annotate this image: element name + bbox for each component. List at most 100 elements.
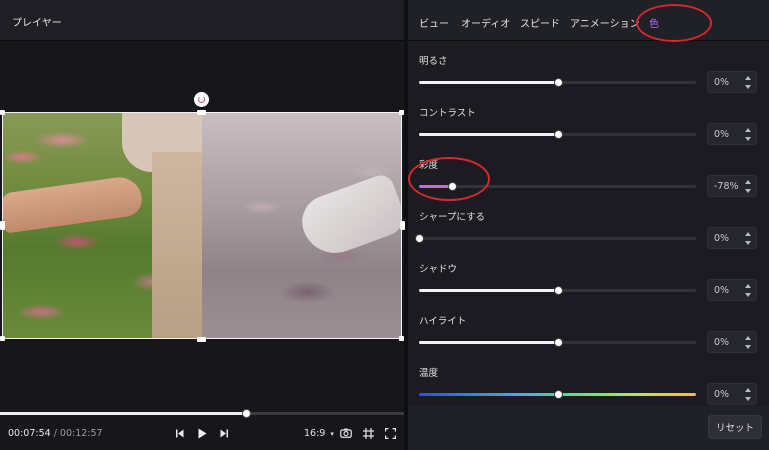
time-separator: / xyxy=(50,428,60,439)
highlight-slider[interactable] xyxy=(419,338,696,347)
brightness-value: 0% xyxy=(714,77,730,88)
saturation-value: -78% xyxy=(714,181,739,192)
resize-handle-top-left[interactable] xyxy=(0,110,5,115)
increment-icon[interactable] xyxy=(745,388,751,392)
increment-icon[interactable] xyxy=(745,128,751,132)
contrast-stepper[interactable] xyxy=(745,128,751,141)
increment-icon[interactable] xyxy=(745,180,751,184)
resize-handle-left[interactable] xyxy=(0,221,5,230)
increment-icon[interactable] xyxy=(745,336,751,340)
decrement-icon[interactable] xyxy=(745,293,751,297)
increment-icon[interactable] xyxy=(745,284,751,288)
adjust-row-contrast: コントラスト 0% xyxy=(408,105,769,157)
player-header: プレイヤー xyxy=(0,0,404,41)
highlight-label: ハイライト xyxy=(419,316,467,327)
resize-handle-bottom-left[interactable] xyxy=(0,336,5,341)
video-original-half xyxy=(2,112,202,339)
aspect-ratio-value: 16:9 xyxy=(304,428,326,439)
brightness-slider-knob[interactable] xyxy=(553,78,563,87)
saturation-stepper[interactable] xyxy=(745,180,751,193)
time-display: 00:07:54 / 00:12:57 xyxy=(8,428,103,439)
total-duration: 00:12:57 xyxy=(59,428,103,439)
contrast-value: 0% xyxy=(714,129,730,140)
next-frame-button[interactable] xyxy=(218,425,230,441)
camera-icon xyxy=(340,428,352,438)
player-panel: プレイヤー 00:07:54 / 00:12:57 16:9 ▾ xyxy=(0,0,405,450)
preview-stage xyxy=(0,41,405,408)
resize-handle-bottom[interactable] xyxy=(197,337,206,342)
saturation-value-field[interactable]: -78% xyxy=(707,175,757,197)
shadow-slider-knob[interactable] xyxy=(553,286,563,295)
aspect-ratio-dropdown[interactable]: 16:9 ▾ xyxy=(304,428,334,439)
sharpen-slider-knob[interactable] xyxy=(415,234,424,243)
shadow-slider-fill xyxy=(419,289,558,292)
contrast-slider-knob[interactable] xyxy=(553,130,563,139)
video-preview[interactable] xyxy=(2,112,402,339)
highlight-value-field[interactable]: 0% xyxy=(707,331,757,353)
snapshot-button[interactable] xyxy=(339,425,353,441)
reset-button[interactable]: リセット xyxy=(708,415,762,439)
shadow-label: シャドウ xyxy=(419,264,458,275)
contrast-value-field[interactable]: 0% xyxy=(707,123,757,145)
tab-speed[interactable]: スピード xyxy=(520,15,560,30)
resize-handle-bottom-right[interactable] xyxy=(399,336,404,341)
playback-timeline[interactable] xyxy=(0,409,404,418)
temperature-value: 0% xyxy=(714,389,730,400)
annotation-circle-color-tab xyxy=(636,4,712,42)
sharpen-slider[interactable] xyxy=(415,234,696,243)
resize-handle-top[interactable] xyxy=(197,110,206,115)
temperature-label: 温度 xyxy=(419,368,439,379)
previous-frame-button[interactable] xyxy=(174,425,186,441)
increment-icon[interactable] xyxy=(745,76,751,80)
temperature-slider[interactable] xyxy=(419,390,696,399)
brightness-value-field[interactable]: 0% xyxy=(707,71,757,93)
highlight-value: 0% xyxy=(714,337,730,348)
play-icon xyxy=(198,428,206,438)
apron-shape xyxy=(152,152,202,339)
highlight-slider-knob[interactable] xyxy=(553,338,563,347)
decrement-icon[interactable] xyxy=(745,345,751,349)
shadow-slider[interactable] xyxy=(419,286,696,295)
tab-view[interactable]: ビュー xyxy=(419,15,449,30)
contrast-label: コントラスト xyxy=(419,108,476,119)
fullscreen-icon xyxy=(384,427,396,439)
adjust-row-highlight: ハイライト 0% xyxy=(408,313,769,365)
player-title: プレイヤー xyxy=(12,18,62,29)
decrement-icon[interactable] xyxy=(745,397,751,401)
tab-audio[interactable]: オーディオ xyxy=(461,15,510,30)
brightness-slider[interactable] xyxy=(419,78,696,87)
tab-animation[interactable]: アニメーション xyxy=(570,15,640,30)
brightness-slider-fill xyxy=(419,81,558,84)
shadow-stepper[interactable] xyxy=(745,284,751,297)
timeline-scrubber[interactable] xyxy=(242,409,252,418)
timeline-progress xyxy=(0,412,247,415)
increment-icon[interactable] xyxy=(745,232,751,236)
crop-button[interactable] xyxy=(361,425,375,441)
temperature-value-field[interactable]: 0% xyxy=(707,383,757,405)
resize-handle-right[interactable] xyxy=(400,221,405,230)
fullscreen-button[interactable] xyxy=(383,425,397,441)
annotation-circle-saturation xyxy=(408,157,490,201)
adjust-panel: ビュー オーディオ スピード アニメーション 色 明るさ 0% コントラスト 0% 彩度… xyxy=(408,0,769,450)
shadow-value-field[interactable]: 0% xyxy=(707,279,757,301)
video-desaturated-half xyxy=(202,112,402,339)
brightness-stepper[interactable] xyxy=(745,76,751,89)
sharpen-value-field[interactable]: 0% xyxy=(707,227,757,249)
brightness-label: 明るさ xyxy=(419,56,448,67)
contrast-slider[interactable] xyxy=(419,130,696,139)
decrement-icon[interactable] xyxy=(745,85,751,89)
chevron-down-icon: ▾ xyxy=(330,430,334,438)
temperature-slider-knob[interactable] xyxy=(553,390,563,399)
temperature-stepper[interactable] xyxy=(745,388,751,401)
play-button[interactable] xyxy=(195,425,209,441)
current-time: 00:07:54 xyxy=(8,428,51,439)
rotate-icon[interactable] xyxy=(194,92,209,107)
sharpen-stepper[interactable] xyxy=(745,232,751,245)
highlight-stepper[interactable] xyxy=(745,336,751,349)
resize-handle-top-right[interactable] xyxy=(399,110,404,115)
decrement-icon[interactable] xyxy=(745,189,751,193)
shadow-value: 0% xyxy=(714,285,730,296)
decrement-icon[interactable] xyxy=(745,241,751,245)
decrement-icon[interactable] xyxy=(745,137,751,141)
player-controls: 00:07:54 / 00:12:57 16:9 ▾ xyxy=(0,420,404,446)
